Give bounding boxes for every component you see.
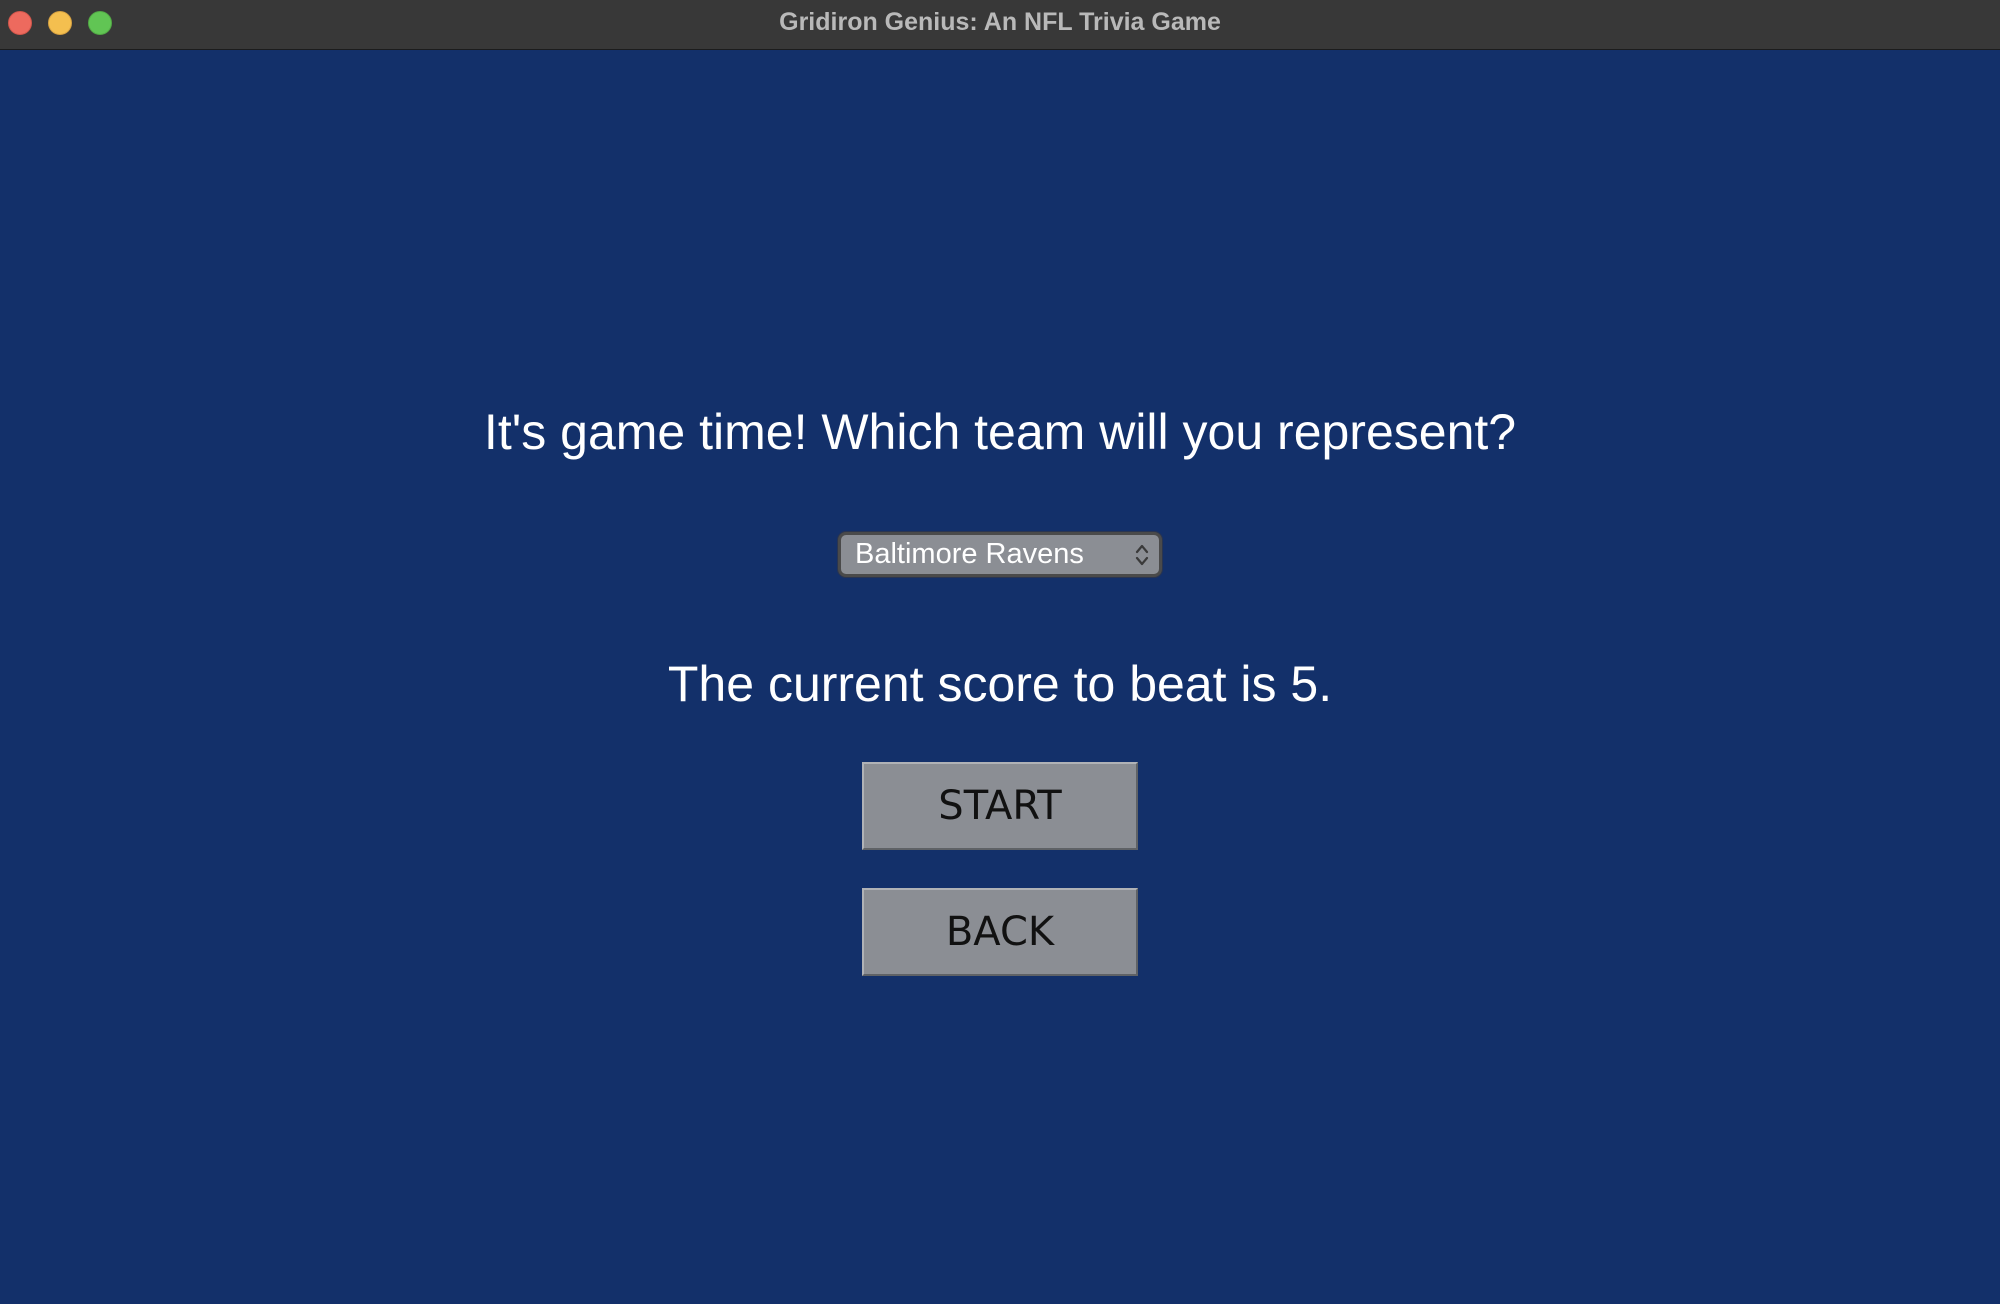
team-selection-screen: It's game time! Which team will you repr…	[0, 51, 2000, 1304]
title-bar[interactable]: Gridiron Genius: An NFL Trivia Game	[0, 0, 2000, 50]
back-button[interactable]: BACK	[862, 888, 1138, 976]
team-select-dropdown[interactable]: Baltimore Ravens	[838, 532, 1162, 577]
app-window: Gridiron Genius: An NFL Trivia Game It's…	[0, 0, 2000, 1304]
team-prompt-text: It's game time! Which team will you repr…	[483, 404, 1517, 460]
team-select-value: Baltimore Ravens	[855, 538, 1084, 570]
score-to-beat-text: The current score to beat is 5.	[667, 656, 1333, 712]
up-down-chevron-icon	[1135, 544, 1149, 566]
window-title: Gridiron Genius: An NFL Trivia Game	[779, 8, 1221, 36]
start-button[interactable]: START	[862, 762, 1138, 850]
